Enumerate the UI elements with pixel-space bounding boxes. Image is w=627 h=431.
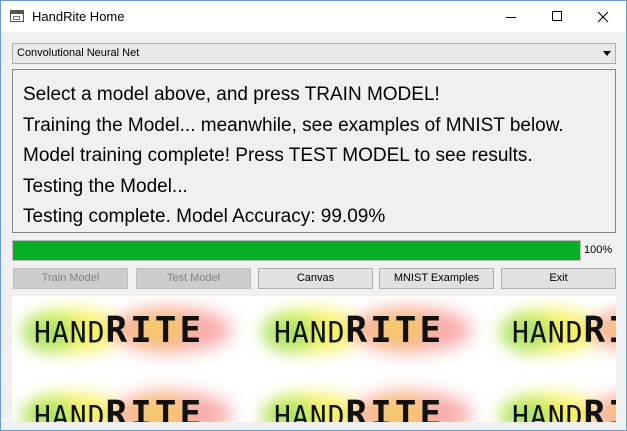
chevron-down-icon xyxy=(603,51,611,56)
handrite-home-window: HandRite Home Convolutional Neural Net S… xyxy=(0,0,627,431)
progress-percent: 100% xyxy=(584,244,613,256)
test-model-button[interactable]: Test Model xyxy=(136,268,251,289)
close-button[interactable] xyxy=(580,1,626,32)
canvas-button[interactable]: Canvas xyxy=(258,268,373,289)
mnist-examples-button[interactable]: MNIST Examples xyxy=(379,268,494,289)
progress-bar xyxy=(12,240,581,261)
model-select-value: Convolutional Neural Net xyxy=(17,47,140,59)
handrite-logo: HANDRITE xyxy=(498,388,616,422)
log-line: Testing the Model... xyxy=(23,175,188,197)
progress-bar-fill xyxy=(13,241,580,260)
status-log: Select a model above, and press TRAIN MO… xyxy=(12,69,616,233)
handrite-logo: HANDRITE xyxy=(498,304,616,354)
log-line: Training the Model... meanwhile, see exa… xyxy=(23,114,564,136)
train-model-button[interactable]: Train Model xyxy=(13,268,128,289)
log-line: Model training complete! Press TEST MODE… xyxy=(23,145,533,166)
handrite-logo-banner: HANDRITE HANDRITE HANDRITE HANDRITE HAND… xyxy=(12,296,616,422)
maximize-button[interactable] xyxy=(534,1,580,32)
handrite-logo: HANDRITE xyxy=(260,304,472,354)
handrite-logo: HANDRITE xyxy=(20,388,232,422)
handrite-logo: HANDRITE xyxy=(260,388,472,422)
title-bar[interactable]: HandRite Home xyxy=(1,1,626,32)
exit-button[interactable]: Exit xyxy=(501,268,616,289)
handrite-logo: HANDRITE xyxy=(20,304,232,354)
model-select-dropdown[interactable]: Convolutional Neural Net xyxy=(12,43,616,64)
log-line: Testing complete. Model Accuracy: 99.09% xyxy=(23,206,386,227)
log-line: Select a model above, and press TRAIN MO… xyxy=(23,84,440,105)
minimize-button[interactable] xyxy=(488,1,534,32)
window-title: HandRite Home xyxy=(32,9,125,24)
app-window-icon xyxy=(10,10,24,22)
close-icon xyxy=(597,11,609,23)
